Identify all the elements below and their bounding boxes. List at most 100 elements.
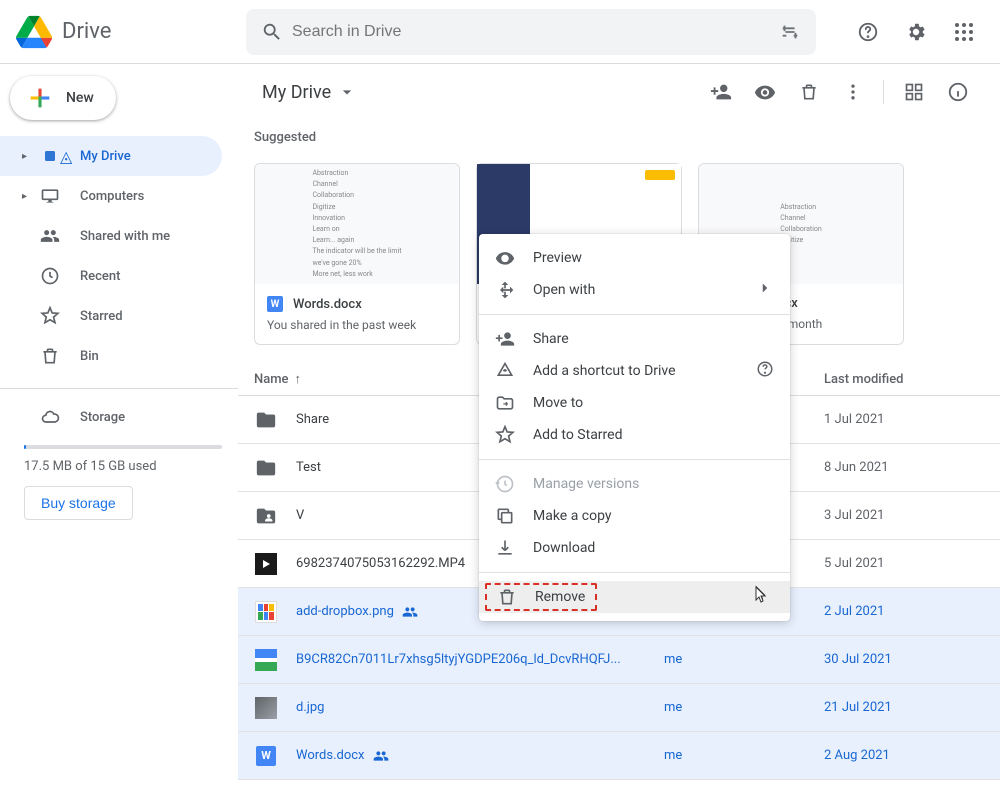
nav-my-drive[interactable]: ▸◬My Drive (0, 136, 222, 176)
menu-share[interactable]: Share (479, 323, 790, 355)
menu-copy[interactable]: Make a copy (479, 500, 790, 532)
search-input[interactable] (292, 23, 770, 41)
file-type-icon (254, 457, 278, 479)
cloud-icon (40, 407, 64, 427)
nav-starred[interactable]: Starred (0, 296, 222, 336)
expand-icon[interactable]: ▸ (22, 191, 34, 202)
delete-icon[interactable] (789, 72, 829, 112)
file-modified: 8 Jun 2021 (824, 460, 984, 475)
move-icon (495, 393, 515, 413)
buy-storage-button[interactable]: Buy storage (24, 486, 133, 520)
info-icon[interactable] (938, 72, 978, 112)
nav-bin[interactable]: Bin (0, 336, 222, 376)
trash-icon (40, 346, 64, 366)
nav-storage[interactable]: Storage (0, 397, 222, 437)
file-owner: me (664, 652, 824, 667)
history-icon (495, 474, 515, 494)
header-icons (848, 12, 992, 52)
suggested-card[interactable]: AbstractionChannelCollaborationDigitizeI… (254, 163, 460, 345)
preview-icon[interactable] (745, 72, 785, 112)
drive-icon: ◬ (40, 146, 64, 166)
eye-icon (495, 248, 515, 268)
col-modified[interactable]: Last modified (824, 372, 984, 387)
download-icon (495, 538, 515, 558)
file-modified: 2 Jul 2021 (824, 604, 984, 619)
sort-asc-icon: ↑ (295, 371, 302, 387)
dropdown-icon (337, 82, 357, 102)
word-icon: W (267, 296, 283, 312)
search-options-icon[interactable] (770, 12, 810, 52)
content-header: My Drive (238, 64, 1000, 112)
star-icon (40, 306, 64, 326)
menu-star[interactable]: Add to Starred (479, 419, 790, 451)
nav-computers[interactable]: ▸Computers (0, 176, 222, 216)
header: Drive (0, 0, 1000, 64)
nav-shared[interactable]: Shared with me (0, 216, 222, 256)
file-type-icon: W (254, 746, 278, 766)
file-modified: 5 Jul 2021 (824, 556, 984, 571)
file-modified: 1 Jul 2021 (824, 412, 984, 427)
people-icon (40, 226, 64, 246)
shared-icon (402, 604, 418, 620)
file-modified: 21 Jul 2021 (824, 700, 984, 715)
expand-icon[interactable]: ▸ (22, 151, 34, 162)
help-icon[interactable] (756, 360, 774, 382)
person-add-icon (495, 329, 515, 349)
file-modified: 30 Jul 2021 (824, 652, 984, 667)
menu-open-with[interactable]: Open with (479, 274, 790, 306)
file-type-icon (254, 601, 278, 623)
file-type-icon (254, 409, 278, 431)
menu-shortcut[interactable]: Add a shortcut to Drive (479, 355, 790, 387)
copy-icon (495, 506, 515, 526)
share-person-icon[interactable] (701, 72, 741, 112)
file-name: Words.docx (296, 748, 664, 764)
file-name: d.jpg (296, 700, 664, 715)
file-row[interactable]: B9CR82Cn7011Lr7xhsg5ltyjYGDPE206q_ld_Dcv… (238, 636, 1000, 684)
cursor-icon (750, 585, 770, 614)
context-menu: Preview Open with Share Add a shortcut t… (479, 234, 790, 621)
storage-text: 17.5 MB of 15 GB used (24, 459, 222, 474)
file-row[interactable]: W Words.docxme2 Aug 2021 (238, 732, 1000, 780)
new-button[interactable]: New (10, 76, 116, 120)
search-icon[interactable] (252, 12, 292, 52)
sidebar: New ▸◬My Drive ▸Computers Shared with me… (0, 64, 238, 794)
menu-move[interactable]: Move to (479, 387, 790, 419)
file-name: B9CR82Cn7011Lr7xhsg5ltyjYGDPE206q_ld_Dcv… (296, 652, 664, 667)
suggested-title: Suggested (238, 112, 1000, 163)
file-type-icon (254, 697, 278, 719)
file-row[interactable]: d.jpgme21 Jul 2021 (238, 684, 1000, 732)
shortcut-icon (495, 361, 515, 381)
file-type-icon (254, 553, 278, 575)
help-icon[interactable] (848, 12, 888, 52)
search-bar[interactable] (246, 9, 816, 55)
menu-preview[interactable]: Preview (479, 242, 790, 274)
file-owner: me (664, 748, 824, 763)
file-modified: 3 Jul 2021 (824, 508, 984, 523)
new-label: New (66, 90, 94, 106)
menu-download[interactable]: Download (479, 532, 790, 564)
open-with-icon (495, 280, 515, 300)
app-name: Drive (62, 19, 111, 44)
file-owner: me (664, 700, 824, 715)
menu-remove[interactable]: Remove (479, 581, 790, 613)
menu-manage-versions: Manage versions (479, 468, 790, 500)
file-modified: 2 Aug 2021 (824, 748, 984, 763)
grid-view-icon[interactable] (894, 72, 934, 112)
plus-icon (26, 84, 54, 112)
breadcrumb[interactable]: My Drive (254, 78, 365, 107)
shared-icon (373, 748, 389, 764)
logo-area[interactable]: Drive (8, 14, 246, 50)
file-type-icon (254, 505, 278, 527)
more-icon[interactable] (833, 72, 873, 112)
trash-icon (497, 587, 517, 607)
card-thumbnail: AbstractionChannelCollaborationDigitizeI… (255, 164, 459, 284)
file-type-icon (254, 649, 278, 671)
computer-icon (40, 186, 64, 206)
nav-recent[interactable]: Recent (0, 256, 222, 296)
apps-icon[interactable] (944, 12, 984, 52)
star-icon (495, 425, 515, 445)
settings-icon[interactable] (896, 12, 936, 52)
drive-logo-icon (16, 14, 52, 50)
storage-bar (24, 445, 222, 449)
clock-icon (40, 266, 64, 286)
